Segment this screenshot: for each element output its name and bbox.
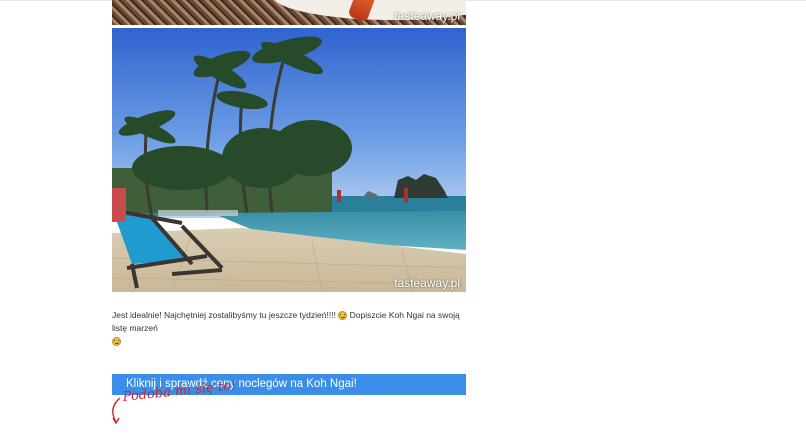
- photo-watermark: tasteaway.pl: [394, 9, 460, 23]
- smiley-emoji-icon: [338, 311, 348, 320]
- smiley-emoji-icon: [112, 337, 121, 346]
- food-photo[interactable]: tasteaway.pl: [112, 0, 466, 25]
- like-button[interactable]: Podoba mi się to!: [110, 378, 237, 430]
- post-content: tasteaway.pl tasteaway.pl Jest idealnie!…: [112, 0, 466, 395]
- post-caption: Jest idealnie! Najchętniej zostalibyśmy …: [112, 309, 466, 348]
- photo-watermark: tasteaway.pl: [394, 276, 460, 290]
- beach-pool-image: [112, 28, 466, 292]
- caption-text-1: Jest idealnie! Najchętniej zostalibyśmy …: [112, 310, 339, 320]
- beach-pool-photo[interactable]: tasteaway.pl: [112, 28, 466, 292]
